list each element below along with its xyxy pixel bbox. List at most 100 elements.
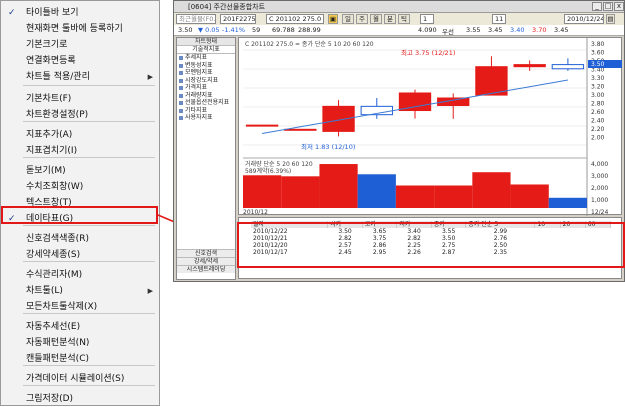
sidebar-item[interactable]: 시장강도지표	[177, 77, 235, 85]
volume-value: 589계약(6.39%)	[245, 167, 291, 175]
menu-item-label: 차트환경설정(P)	[26, 110, 89, 120]
quote-open: 4.090	[418, 26, 437, 34]
price-tick-label: 2.60	[591, 109, 605, 116]
system-trading-button[interactable]: 시스템트레이딩	[177, 265, 235, 273]
code-field[interactable]: 201F2275	[220, 14, 256, 24]
settings-button[interactable]: ▤	[606, 14, 615, 24]
menu-item-label: 지표추가(A)	[26, 130, 73, 140]
volume-tick-label: 2,000	[591, 185, 608, 192]
menu-item-label: 지표겹치기(I)	[26, 146, 78, 156]
menu-separator	[23, 157, 155, 158]
sidebar-item-label: 추세지표	[185, 54, 208, 61]
menu-item-15[interactable]: 수식관리자(M)	[2, 267, 159, 283]
menu-item-label: 현재화면 툴바에 등록하기	[26, 24, 123, 34]
sidebar-item[interactable]: 기타지표	[177, 107, 235, 115]
price-tick-label: 2.80	[591, 101, 605, 108]
folder-icon	[179, 86, 183, 90]
folder-icon	[179, 78, 183, 83]
menu-item-3[interactable]: 연결화면등록	[2, 53, 159, 69]
menu-separator	[23, 121, 155, 122]
quote-e: 3.45	[554, 26, 569, 34]
sidebar-item[interactable]: 가격지표	[177, 84, 235, 92]
menu-separator	[23, 313, 155, 314]
quote-rate: -1.41%	[222, 26, 245, 34]
sidebar-item[interactable]: 추세지표	[177, 54, 235, 62]
minimize-button[interactable]: _	[592, 2, 602, 11]
volume-bar	[434, 185, 473, 208]
menu-item-label: 타이틀바 보기	[26, 8, 79, 18]
menu-separator	[23, 225, 155, 226]
period-button-1[interactable]: 주	[356, 14, 368, 24]
quote-label: 우선	[442, 28, 454, 36]
volume-bar	[357, 174, 396, 208]
menu-item-label: 기본차트(F)	[26, 94, 72, 104]
menu-separator	[23, 85, 155, 86]
menu-item-0[interactable]: 타이틀바 보기 ✓	[2, 5, 159, 21]
menu-item-label: 자동패턴분석(N)	[26, 338, 90, 348]
sidebar-item[interactable]: 거래량지표	[177, 92, 235, 100]
price-chart[interactable]: C 201102 275.0 = 종가 단순 5 10 20 60 120 최고 …	[238, 37, 622, 216]
page-field[interactable]: 11	[492, 14, 506, 24]
period-button-4[interactable]: 틱	[398, 14, 410, 24]
folder-icon	[179, 93, 183, 98]
volume-tick-label: 1,000	[591, 197, 608, 204]
menu-item-18[interactable]: 자동추세선(E)	[2, 319, 159, 335]
sidebar-item[interactable]: 변동성지표	[177, 62, 235, 70]
window-titlebar: [0604] 주간선물종합차트 _ □ x	[174, 1, 624, 13]
chart-canvas: C 201102 275.0 = 종가 단순 5 10 20 60 120 최고 …	[243, 38, 622, 216]
menu-separator	[23, 365, 155, 366]
menu-item-19[interactable]: 자동패턴분석(N)	[2, 335, 159, 351]
search-input[interactable]: 최근월물(F0.18)	[176, 14, 216, 24]
volume-legend: 거래량 단순 5 20 60 120	[245, 160, 313, 168]
menu-item-9[interactable]: 돋보기(M)	[2, 163, 159, 179]
menu-item-label: 그림저장(D)	[26, 394, 74, 404]
sidebar-item-label: 사용자지표	[185, 114, 213, 121]
folder-icon	[179, 71, 183, 75]
folder-icon	[179, 101, 183, 105]
menu-item-4[interactable]: 차트틀 적용/관리 ▶	[2, 69, 159, 85]
sidebar-item-label: 거래량지표	[185, 91, 213, 99]
sidebar-item[interactable]: 선물옵션전용지표	[177, 99, 235, 107]
menu-item-16[interactable]: 차트툴(L) ▶	[2, 283, 159, 299]
menu-item-2[interactable]: 기본크기로	[2, 37, 159, 53]
sidebar-section[interactable]: 기술적지표	[177, 46, 235, 54]
menu-item-10[interactable]: 수치조회창(W)	[2, 179, 159, 195]
quote-bid: 59	[252, 26, 261, 34]
menu-item-label: 신호검색색종(R)	[26, 234, 89, 244]
low-annotation: 최저 1.83 (12/10)	[301, 142, 355, 151]
quote-h: 3.55	[466, 26, 481, 34]
price-tick-label: 3.20	[591, 84, 605, 91]
menu-item-1[interactable]: 현재화면 툴바에 등록하기	[2, 21, 159, 37]
menu-item-label: 모든차트툴삭제(X)	[26, 302, 98, 312]
close-button[interactable]: x	[614, 2, 624, 11]
menu-item-label: 차트툴(L)	[26, 286, 63, 296]
sidebar-item[interactable]: 사용자지표	[177, 114, 235, 122]
folder-icon	[179, 116, 183, 120]
period-button-3[interactable]: 분	[384, 14, 396, 24]
period-button-0[interactable]: 일	[342, 14, 354, 24]
context-menu: 타이틀바 보기 ✓ 현재화면 툴바에 등록하기기본크기로연결화면등록차트틀 적용/관…	[0, 0, 160, 406]
date-field[interactable]: 2010/12/24	[564, 14, 604, 24]
sidebar-item[interactable]: 모멘텀지표	[177, 69, 235, 77]
signal-search-button[interactable]: 신호검색	[177, 249, 235, 257]
submenu-arrow-icon: ▶	[147, 287, 153, 295]
period-button-2[interactable]: 월	[370, 14, 382, 24]
volume-bar	[548, 197, 587, 208]
sidebar-item-label: 기타지표	[185, 106, 208, 114]
price-tick-label: 3.60	[591, 50, 605, 57]
price-field[interactable]: C 201102 275.0	[266, 14, 324, 24]
maximize-button[interactable]: □	[603, 2, 613, 11]
menu-item-7[interactable]: 지표추가(A)	[2, 127, 159, 143]
sidebar-item-label: 모멘텀지표	[185, 69, 213, 76]
menu-item-label: 연결화면등록	[26, 56, 76, 66]
sidebar-item-label: 시장강도지표	[185, 76, 219, 84]
strength-button[interactable]: 강세/약세	[177, 257, 235, 265]
count-field[interactable]: 1	[420, 14, 434, 24]
sidebar-header[interactable]: 차트형태	[177, 38, 235, 46]
candle-body	[398, 92, 432, 112]
candle-body	[284, 128, 317, 131]
menu-item-13[interactable]: 신호검색색종(R)	[2, 231, 159, 247]
menu-item-5[interactable]: 기본차트(F)	[2, 91, 159, 107]
period-toggle[interactable]: ▣	[328, 14, 338, 24]
menu-item-22[interactable]: 그림저장(D)	[2, 391, 159, 407]
